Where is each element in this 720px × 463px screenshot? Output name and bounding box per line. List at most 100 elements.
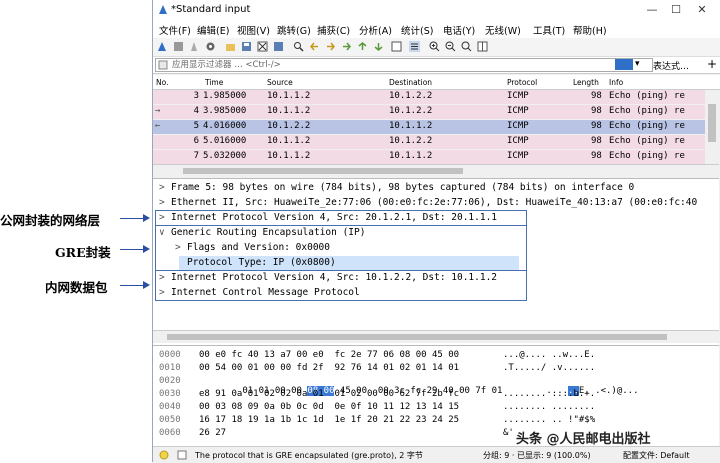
packet-details-pane: > Frame 5: 98 bytes on wire (784 bits), … xyxy=(153,178,719,345)
packet-row[interactable]: 3 1.985000 10.1.1.2 10.1.2.2 ICMP 98 Ech… xyxy=(153,90,705,104)
close-button[interactable]: ✕ xyxy=(691,2,713,18)
menu-analyze[interactable]: 分析(A) xyxy=(359,23,392,37)
hex-offset: 0040 xyxy=(159,402,181,412)
annotation-arrow xyxy=(120,285,144,286)
packet-list-header: No. Time Source Destination Protocol Len… xyxy=(153,75,720,90)
hex-row[interactable]: 0030 e8 91 0a 01 02 02 0a 01 01 02 00 00… xyxy=(153,389,719,401)
zoom-out-icon[interactable] xyxy=(445,41,456,52)
main-toolbar xyxy=(153,38,720,57)
menu-capture[interactable]: 捕获(C) xyxy=(317,23,350,37)
minimize-button[interactable]: — xyxy=(641,2,663,18)
packet-source: 10.1.1.2 xyxy=(267,136,311,146)
edit-comment-icon[interactable] xyxy=(177,450,187,460)
column-length[interactable]: Length xyxy=(573,78,599,87)
packet-length: 98 xyxy=(591,151,602,161)
menu-tools[interactable]: 工具(T) xyxy=(533,23,565,37)
annotation-arrowhead xyxy=(143,245,150,253)
maximize-button[interactable]: ☐ xyxy=(665,2,687,18)
save-file-icon[interactable] xyxy=(241,41,252,52)
detail-ethernet[interactable]: > Ethernet II, Src: HuaweiTe_2e:77:06 (0… xyxy=(153,196,719,211)
start-capture-icon[interactable] xyxy=(157,41,168,52)
scrollbar-thumb[interactable] xyxy=(167,334,667,340)
column-time[interactable]: Time xyxy=(205,78,223,87)
apply-filter-arrow-icon[interactable] xyxy=(615,59,633,70)
colorize-icon[interactable] xyxy=(409,41,420,52)
expand-caret-icon[interactable]: > xyxy=(159,197,165,208)
go-to-packet-icon[interactable] xyxy=(341,41,352,52)
watermark: 头条 @人民邮电出版社 xyxy=(516,432,651,447)
packet-list-hscrollbar[interactable] xyxy=(153,164,719,177)
scrollbar-thumb[interactable] xyxy=(708,104,716,142)
column-destination[interactable]: Destination xyxy=(389,78,432,87)
hex-row[interactable]: 0020 01 01 00 00 08 00 45 00 00 3c fc 29… xyxy=(153,376,719,396)
packet-length: 98 xyxy=(591,106,602,116)
menu-file[interactable]: 文件(F) xyxy=(159,23,191,37)
packet-row[interactable]: 6 5.016000 10.1.1.2 10.1.2.2 ICMP 98 Ech… xyxy=(153,135,705,149)
display-filter-input[interactable]: 应用显示过滤器 … <Ctrl-/> xyxy=(155,58,653,72)
window-title: *Standard input xyxy=(171,4,251,15)
normal-size-icon[interactable] xyxy=(461,41,472,52)
scrollbar-thumb[interactable] xyxy=(183,168,463,174)
close-file-icon[interactable] xyxy=(257,41,268,52)
detail-frame[interactable]: > Frame 5: 98 bytes on wire (784 bits), … xyxy=(153,181,719,196)
display-filter-bar: 应用显示过滤器 … <Ctrl-/> ▾ 表达式… + xyxy=(153,57,720,74)
annotation-arrowhead xyxy=(143,281,150,289)
stop-capture-icon[interactable] xyxy=(173,41,184,52)
expression-button[interactable]: 表达式… xyxy=(653,59,689,72)
packet-row[interactable]: 7 5.032000 10.1.1.2 10.1.1.2 ICMP 98 Ech… xyxy=(153,150,705,164)
details-hscrollbar[interactable] xyxy=(153,330,719,343)
packet-protocol: ICMP xyxy=(507,106,529,116)
add-filter-button[interactable]: + xyxy=(707,57,717,71)
hex-offset: 0010 xyxy=(159,363,181,373)
column-no[interactable]: No. xyxy=(156,78,168,87)
reload-file-icon[interactable] xyxy=(273,41,284,52)
first-packet-icon[interactable] xyxy=(357,41,368,52)
hex-row[interactable]: 0040 00 03 08 09 0a 0b 0c 0d 0e 0f 10 11… xyxy=(153,402,719,414)
menu-go[interactable]: 跳转(G) xyxy=(277,23,311,37)
menu-telephony[interactable]: 电话(Y) xyxy=(443,23,475,37)
packet-length: 98 xyxy=(591,136,602,146)
column-source[interactable]: Source xyxy=(267,78,293,87)
packet-time: 1.985000 xyxy=(203,91,247,101)
status-ready-icon[interactable] xyxy=(159,450,169,460)
packet-destination: 10.1.2.2 xyxy=(389,106,433,116)
status-message: The protocol that is GRE encapsulated (g… xyxy=(195,451,423,460)
go-forward-icon[interactable] xyxy=(325,41,336,52)
column-protocol[interactable]: Protocol xyxy=(507,78,537,87)
last-packet-icon[interactable] xyxy=(373,41,384,52)
find-packet-icon[interactable] xyxy=(293,41,304,52)
column-info[interactable]: Info xyxy=(609,78,623,87)
menu-view[interactable]: 视图(V) xyxy=(237,23,270,37)
go-back-icon[interactable] xyxy=(309,41,320,52)
packet-list: 3 1.985000 10.1.1.2 10.1.2.2 ICMP 98 Ech… xyxy=(153,90,705,164)
status-profile[interactable]: 配置文件: Default xyxy=(623,450,689,461)
packet-destination: 10.1.1.2 xyxy=(389,151,433,161)
expand-caret-icon[interactable]: > xyxy=(159,182,165,193)
zoom-in-icon[interactable] xyxy=(429,41,440,52)
packet-protocol: ICMP xyxy=(507,136,529,146)
packet-row-selected[interactable]: ← 5 4.016000 10.1.2.2 10.1.1.2 ICMP 98 E… xyxy=(153,120,705,134)
menu-wireless[interactable]: 无线(W) xyxy=(485,23,521,37)
open-file-icon[interactable] xyxy=(225,41,236,52)
menu-edit[interactable]: 编辑(E) xyxy=(197,23,229,37)
menu-statistics[interactable]: 统计(S) xyxy=(401,23,433,37)
hex-row[interactable]: 0050 16 17 18 19 1a 1b 1c 1d 1e 1f 20 21… xyxy=(153,415,719,427)
restart-capture-icon[interactable] xyxy=(189,41,200,52)
hex-ascii: .T...../ .v...... xyxy=(503,363,596,373)
hex-row[interactable]: 0010 00 54 00 01 00 00 fd 2f 92 76 14 01… xyxy=(153,363,719,375)
packet-no: 4 xyxy=(193,106,199,116)
packet-info: Echo (ping) re xyxy=(609,136,685,146)
bookmark-icon[interactable] xyxy=(158,60,168,70)
packet-info: Echo (ping) re xyxy=(609,106,685,116)
resize-columns-icon[interactable] xyxy=(477,41,488,52)
hex-ascii: &' xyxy=(503,428,514,438)
highlight-box-inner-packet xyxy=(155,270,527,301)
packet-row[interactable]: → 4 3.985000 10.1.1.2 10.1.2.2 ICMP 98 E… xyxy=(153,105,705,119)
annotation-arrow xyxy=(120,249,144,250)
auto-scroll-icon[interactable] xyxy=(391,41,402,52)
packet-list-scrollbar[interactable] xyxy=(705,90,719,164)
hex-row[interactable]: 0000 00 e0 fc 40 13 a7 00 e0 fc 2e 77 06… xyxy=(153,350,719,362)
filter-dropdown-icon[interactable]: ▾ xyxy=(635,59,640,69)
menu-help[interactable]: 帮助(H) xyxy=(573,23,607,37)
capture-options-icon[interactable] xyxy=(205,41,216,52)
